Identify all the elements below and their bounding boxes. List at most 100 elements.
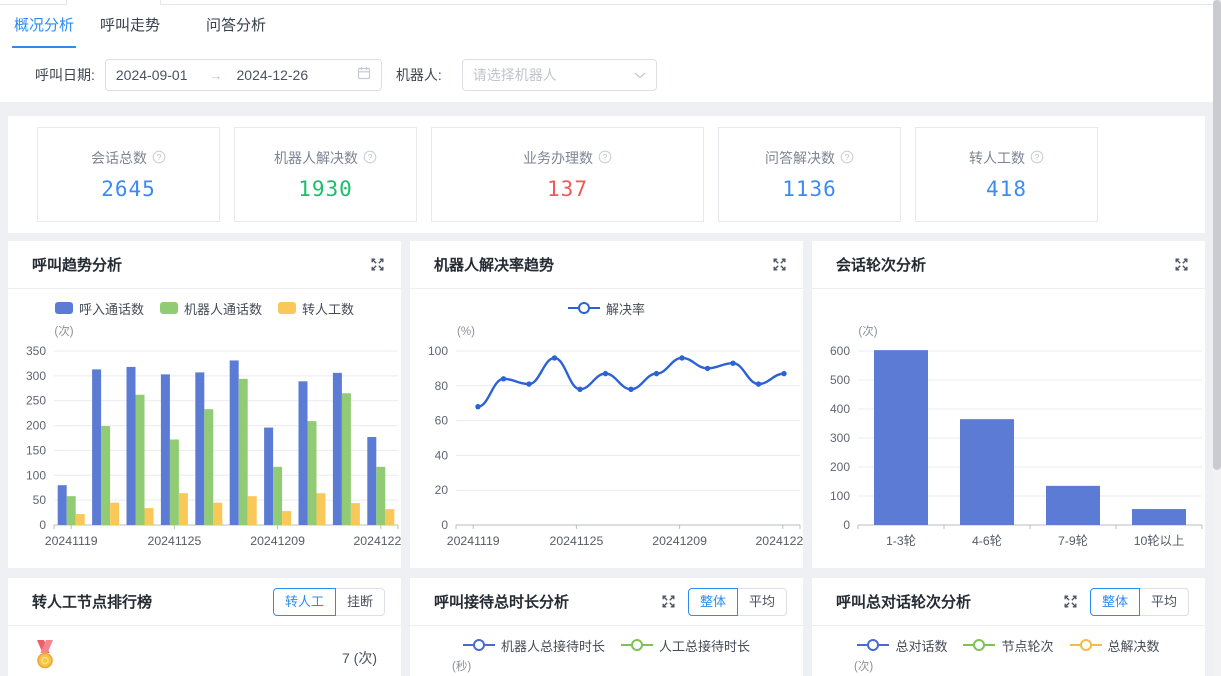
legend-item[interactable]: 节点轮次	[963, 636, 1053, 655]
legend-line-marker	[963, 639, 995, 651]
legend-line-marker	[568, 302, 600, 314]
call-trend-chart[interactable]: 050100150200250300350(次)2024111920241125…	[8, 321, 401, 570]
kpi-label-text: 问答解决数	[765, 148, 835, 168]
toggle-2[interactable]: 挂断	[335, 588, 385, 616]
svg-text:(次): (次)	[858, 324, 877, 338]
help-icon[interactable]: ?	[598, 150, 612, 167]
bottom-row: 转人工节点排行榜转人工挂断7 (次)呼叫接待总时长分析整体平均机器人总接待时长人…	[8, 578, 1205, 676]
legend-item[interactable]: 转人工数	[278, 299, 354, 318]
toggle-2[interactable]: 平均	[1139, 588, 1189, 616]
date-filter-label: 呼叫日期:	[35, 65, 95, 85]
svg-text:20241125: 20241125	[549, 534, 603, 548]
svg-text:300: 300	[26, 369, 46, 383]
tab-3[interactable]: 问答分析	[204, 1, 268, 48]
session-rounds-chart[interactable]: 0100200300400500600(次)1-3轮4-6轮7-9轮10轮以上	[812, 321, 1205, 570]
expand-icon[interactable]	[1063, 594, 1078, 609]
legend-item[interactable]: 解决率	[568, 299, 645, 318]
kpi-label-text: 机器人解决数	[274, 148, 358, 168]
toggle-2[interactable]: 平均	[737, 588, 787, 616]
legend-item[interactable]: 总解决数	[1070, 636, 1160, 655]
legend-item[interactable]: 机器人总接待时长	[463, 636, 605, 655]
charts-row: 呼叫趋势分析呼入通话数机器人通话数转人工数0501001502002503003…	[8, 241, 1205, 568]
axis-unit-label: (秒)	[452, 658, 471, 674]
robot-select-placeholder: 请选择机器人	[473, 65, 557, 85]
toggle-1[interactable]: 整体	[688, 588, 738, 616]
chart-canvas[interactable]: 020406080100(%)2024111920241125202412092…	[410, 321, 803, 565]
date-range-arrow-icon: →	[210, 68, 223, 83]
svg-text:100: 100	[26, 468, 46, 482]
chart-canvas[interactable]: 0100200300400500600(次)1-3轮4-6轮7-9轮10轮以上	[812, 321, 1205, 565]
calendar-icon	[357, 66, 371, 85]
expand-icon[interactable]	[370, 257, 385, 272]
tab-bar: 概况分析呼叫走势问答分析	[0, 0, 1213, 48]
date-end-value[interactable]: 2024-12-26	[237, 67, 309, 83]
chart-legend: 机器人总接待时长人工总接待时长	[410, 632, 803, 658]
tab-2[interactable]: 呼叫走势	[98, 1, 162, 48]
chart-canvas[interactable]: 050100150200250300350(次)2024111920241125…	[8, 321, 401, 565]
help-icon[interactable]: ?	[840, 150, 854, 167]
legend-line-marker	[1070, 639, 1102, 651]
kpi-label-text: 转人工数	[969, 148, 1025, 168]
svg-text:600: 600	[830, 344, 850, 358]
panel-header: 转人工节点排行榜转人工挂断	[8, 578, 401, 626]
help-icon[interactable]: ?	[1030, 150, 1044, 167]
tab-1[interactable]: 概况分析	[12, 1, 76, 48]
kpi-cards: 会话总数?2645机器人解决数?1930业务办理数?137问答解决数?1136转…	[37, 127, 1205, 222]
toggle-1[interactable]: 转人工	[273, 588, 336, 616]
svg-text:20241209: 20241209	[250, 534, 305, 548]
panel-call-trend: 呼叫趋势分析呼入通话数机器人通话数转人工数0501001502002503003…	[8, 241, 401, 568]
robot-select[interactable]: 请选择机器人	[462, 59, 657, 91]
svg-text:1-3轮: 1-3轮	[886, 534, 916, 548]
expand-icon[interactable]	[661, 594, 676, 609]
legend-label: 呼入通话数	[79, 299, 144, 318]
panel-header: 机器人解决率趋势	[410, 241, 803, 289]
kpi-label: 机器人解决数?	[274, 148, 377, 168]
chevron-down-icon	[634, 66, 646, 84]
expand-icon[interactable]	[772, 257, 787, 272]
help-icon[interactable]: ?	[363, 150, 377, 167]
svg-text:0: 0	[441, 518, 448, 532]
toggle-1[interactable]: 整体	[1090, 588, 1140, 616]
svg-text:350: 350	[26, 344, 46, 358]
panel-body: 机器人总接待时长人工总接待时长(秒)	[410, 632, 803, 658]
svg-text:150: 150	[26, 443, 46, 457]
toggle-group: 整体平均	[1090, 588, 1189, 616]
kpi-value: 1930	[298, 177, 353, 201]
svg-text:20241226: 20241226	[353, 534, 401, 548]
panel-reception-duration: 呼叫接待总时长分析整体平均机器人总接待时长人工总接待时长(秒)	[410, 578, 803, 676]
svg-text:?: ?	[603, 152, 608, 162]
kpi-card: 业务办理数?137	[431, 127, 704, 222]
panel-title: 呼叫接待总时长分析	[434, 591, 651, 612]
legend-item[interactable]: 机器人通话数	[160, 299, 262, 318]
robot-filter-label: 机器人:	[396, 65, 442, 85]
svg-text:?: ?	[845, 152, 850, 162]
legend-label: 机器人通话数	[184, 299, 262, 318]
svg-text:400: 400	[830, 402, 850, 416]
expand-icon[interactable]	[1174, 257, 1189, 272]
svg-text:200: 200	[26, 419, 46, 433]
svg-text:50: 50	[33, 493, 47, 507]
legend-label: 节点轮次	[1001, 636, 1053, 655]
scrollbar-thumb[interactable]	[1213, 0, 1221, 470]
svg-text:?: ?	[157, 152, 162, 162]
help-icon[interactable]: ?	[152, 150, 166, 167]
date-range-picker[interactable]: 2024-09-01 → 2024-12-26	[105, 59, 382, 91]
svg-text:100: 100	[830, 489, 850, 503]
panel-body: 呼入通话数机器人通话数转人工数050100150200250300350(次)2…	[8, 295, 401, 570]
svg-text:250: 250	[26, 394, 46, 408]
legend-label: 解决率	[606, 299, 645, 318]
kpi-label: 会话总数?	[91, 148, 166, 168]
resolve-rate-chart[interactable]: 020406080100(%)2024111920241125202412092…	[410, 321, 803, 570]
toggle-group: 转人工挂断	[273, 588, 385, 616]
legend-line-marker	[621, 639, 653, 651]
kpi-label-text: 会话总数	[91, 148, 147, 168]
svg-text:20241119: 20241119	[45, 534, 98, 548]
legend-item[interactable]: 呼入通话数	[55, 299, 144, 318]
panel-transfer-rank: 转人工节点排行榜转人工挂断7 (次)	[8, 578, 401, 676]
legend-item[interactable]: 人工总接待时长	[621, 636, 750, 655]
date-start-value[interactable]: 2024-09-01	[116, 67, 188, 83]
svg-text:500: 500	[830, 373, 850, 387]
legend-line-marker	[463, 639, 495, 651]
legend-item[interactable]: 总对话数	[857, 636, 947, 655]
svg-text:(次): (次)	[54, 324, 73, 338]
